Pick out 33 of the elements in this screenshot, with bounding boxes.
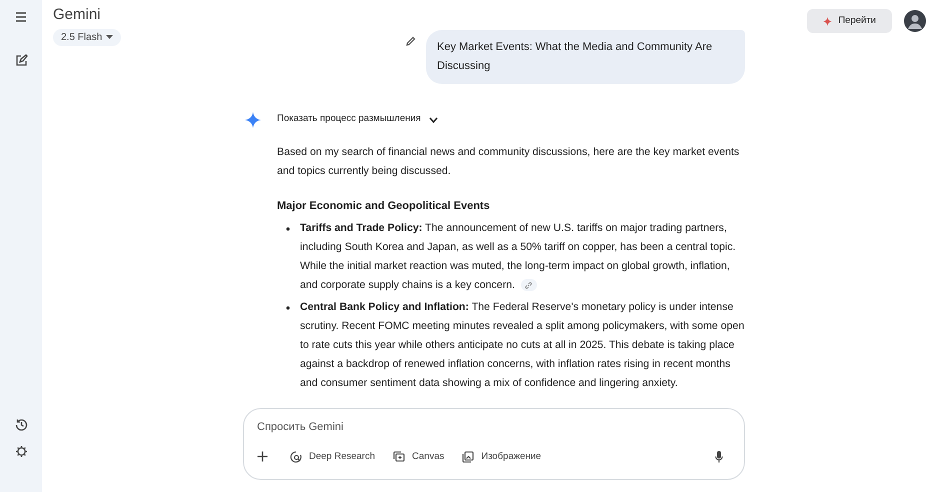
section-heading: Major Economic and Geopolitical Events	[277, 198, 491, 214]
thinking-toggle[interactable]: Показать процесс размышления	[277, 112, 438, 127]
chevron-icon	[428, 116, 438, 122]
prompt-box[interactable]: Спросить Gemini Deep Research Canvas Изображение	[243, 408, 745, 480]
tool-button[interactable]: Canvas	[393, 450, 444, 464]
upgrade-button[interactable]: Перейти	[807, 9, 892, 33]
tool-button[interactable]: Deep Research	[290, 450, 376, 464]
bullet-icon	[286, 306, 290, 310]
microphone-icon[interactable]	[715, 450, 723, 463]
dropdown-icon	[106, 35, 114, 39]
pencil-icon[interactable]	[406, 36, 416, 46]
menu-icon[interactable]	[15, 12, 27, 22]
bullet-text: Central Bank Policy and Inflation: The Federal Reserve's monetary policy is under intense scrutiny. Recent FOMC meeting minutes revealed a split among policymakers, with some open to rate cuts this year while others anticipate no cuts at all in 2025. This debate is taking place against a backdrop of renewed inflation concerns, with inflation rates rising in recent months and consumer sentiment data showing a mix of confidence and lingering anxiety.	[300, 300, 745, 391]
research-icon	[290, 450, 302, 463]
image-icon	[462, 450, 474, 463]
bullet-icon	[286, 227, 290, 231]
user-message: Key Market Events: What the Media and Community Are Discussing	[426, 30, 745, 84]
edit-icon[interactable]	[14, 54, 28, 67]
tool-button[interactable]: Изображение	[462, 450, 542, 464]
history-icon[interactable]	[14, 418, 28, 431]
app-title: Gemini	[53, 5, 101, 25]
sparkle-icon	[823, 16, 832, 26]
avatar[interactable]	[904, 10, 926, 32]
sparkle-icon	[245, 112, 261, 128]
response-paragraph: Based on my search of financial news and community discussions, here are the key market events and topics currently being discussed.	[277, 144, 740, 178]
model-selector[interactable]: 2.5 Flash	[53, 28, 122, 46]
canvas-icon	[393, 450, 406, 463]
source-link-chip[interactable]	[520, 279, 537, 292]
link-icon	[525, 282, 532, 289]
bullet-text: Tariffs and Trade Policy: The announcement of new U.S. tariffs on major trading partners, including South Korea and Japan, as well as a 50% tariff on copper, has been a central topic. While the initial market reaction was muted, the long-term impact on global growth, inflation, and corporate supply chains is a key concern.	[300, 221, 737, 294]
prompt-input[interactable]: Спросить Gemini	[257, 419, 731, 436]
plus-icon[interactable]	[257, 451, 268, 462]
settings-icon[interactable]	[14, 445, 28, 458]
